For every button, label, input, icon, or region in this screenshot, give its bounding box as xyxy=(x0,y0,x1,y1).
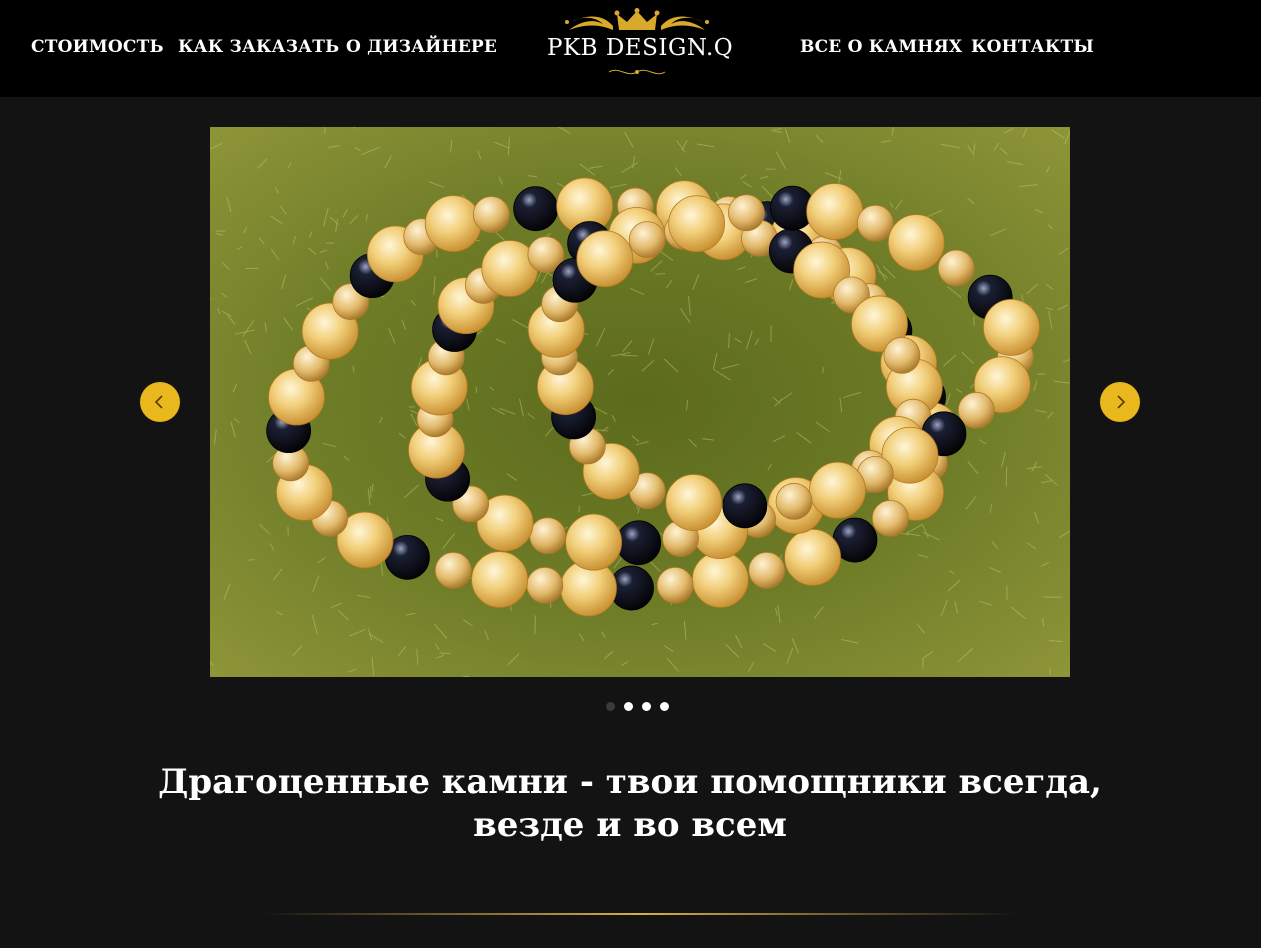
image-slider[interactable] xyxy=(210,127,1070,677)
crown-icon xyxy=(565,8,709,30)
slider-dot[interactable] xyxy=(606,702,615,711)
site-header: СТОИМОСТЬ КАК ЗАКАЗАТЬ О ДИЗАЙНЕРЕ PKB D… xyxy=(0,0,1261,97)
slider-dot[interactable] xyxy=(660,702,669,711)
citrine-bead xyxy=(983,298,1040,356)
flourish-ornament xyxy=(608,69,666,75)
pearl-bead xyxy=(871,499,909,537)
pearl-bead xyxy=(937,249,975,287)
citrine-bead xyxy=(665,474,723,531)
slider-pagination xyxy=(606,702,676,712)
citrine-bead xyxy=(565,513,622,571)
citrine-bead xyxy=(887,214,945,272)
pearl-bead xyxy=(526,566,564,604)
chevron-left-icon xyxy=(154,395,163,409)
pearl-bead xyxy=(775,482,813,520)
nav-link-price[interactable]: СТОИМОСТЬ xyxy=(31,36,164,58)
pearl-bead xyxy=(748,551,786,589)
nav-link-how-to-order[interactable]: КАК ЗАКАЗАТЬ xyxy=(178,36,339,58)
site-logo[interactable]: PKB DESIGN.Q xyxy=(547,8,734,80)
citrine-bead xyxy=(424,195,482,253)
onyx-bead xyxy=(722,483,768,529)
pearl-bead xyxy=(628,221,666,259)
citrine-bead xyxy=(809,461,866,519)
pearl-bead xyxy=(472,196,510,233)
citrine-bead xyxy=(784,528,842,586)
nav-link-about-designer[interactable]: О ДИЗАЙНЕРЕ xyxy=(346,36,497,58)
pearl-bead xyxy=(727,194,765,232)
chevron-right-icon xyxy=(1117,395,1126,409)
slider-dot[interactable] xyxy=(624,702,633,711)
citrine-bead xyxy=(668,195,726,253)
citrine-bead xyxy=(471,551,529,608)
slide-image xyxy=(210,127,1070,677)
slider-next-button[interactable] xyxy=(1100,382,1140,422)
slider-dot[interactable] xyxy=(642,702,651,711)
nav-link-contacts[interactable]: КОНТАКТЫ xyxy=(971,36,1094,58)
citrine-bead xyxy=(806,183,864,240)
pearl-bead xyxy=(883,336,921,374)
nav-link-about-stones[interactable]: ВСЕ О КАМНЯХ xyxy=(800,36,962,58)
pearl-bead xyxy=(434,551,472,589)
slider-prev-button[interactable] xyxy=(140,382,180,422)
citrine-bead xyxy=(576,230,634,288)
pearl-bead xyxy=(957,391,995,429)
page-headline: Драгоценные камни - твои помощники всегд… xyxy=(158,761,1102,845)
gold-divider xyxy=(262,913,1018,915)
pearl-bead xyxy=(656,566,694,604)
pearl-bead xyxy=(856,204,894,242)
citrine-bead xyxy=(691,551,749,608)
onyx-bead xyxy=(513,186,559,232)
onyx-bead xyxy=(616,520,662,566)
logo-text: PKB DESIGN.Q xyxy=(547,35,734,61)
pearl-bead xyxy=(529,517,567,555)
